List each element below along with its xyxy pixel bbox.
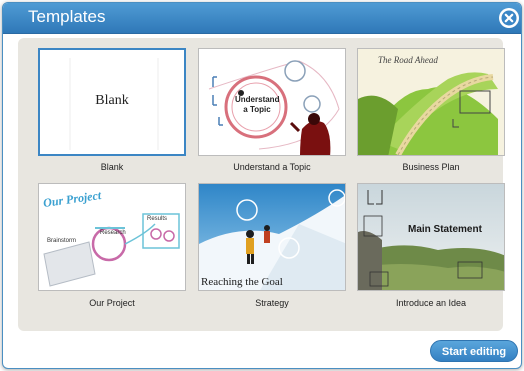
template-caption-introduce-an-idea: Introduce an Idea <box>395 298 467 308</box>
title-bar: Templates <box>3 3 521 34</box>
our-project-results-label: Results <box>147 216 168 222</box>
template-tile-understand-a-topic[interactable]: Understand a Topic <box>198 48 346 156</box>
strategy-thumbnail-text: Reaching the Goal <box>201 276 283 288</box>
understand-topic-thumbnail-text: Understand a Topic <box>235 95 280 114</box>
business-plan-thumbnail-text: The Road Ahead <box>378 55 438 65</box>
dialog-title: Templates <box>28 7 106 26</box>
templates-dialog: Templates Blank Blank Understand a Topic… <box>2 2 522 369</box>
close-button[interactable] <box>499 8 519 28</box>
our-project-brainstorm-label: Brainstorm <box>47 238 77 244</box>
start-editing-button[interactable]: Start editing <box>430 340 518 362</box>
strategy-thumbnail <box>199 184 345 290</box>
introduce-idea-thumbnail <box>358 184 504 290</box>
close-icon <box>500 9 518 27</box>
template-caption-business-plan: Business Plan <box>402 162 460 172</box>
our-project-research-label: Research <box>100 230 126 236</box>
template-caption-strategy: Strategy <box>255 298 289 308</box>
blank-thumbnail-label: Blank <box>95 93 129 108</box>
template-caption-blank: Blank <box>100 162 124 172</box>
template-gallery: Blank Blank Understand a Topic Understan… <box>18 38 505 331</box>
template-tile-business-plan[interactable]: The Road Ahead <box>357 48 505 156</box>
template-tile-strategy[interactable]: Reaching the Goal <box>198 183 346 291</box>
template-tile-blank[interactable]: Blank <box>38 48 186 156</box>
business-plan-thumbnail <box>358 49 504 155</box>
introduce-idea-thumbnail-text: Main Statement <box>408 224 482 235</box>
template-tile-introduce-an-idea[interactable]: Main Statement <box>357 183 505 291</box>
template-caption-understand-a-topic: Understand a Topic <box>233 162 311 172</box>
template-caption-our-project: Our Project <box>89 298 135 308</box>
template-tile-our-project[interactable]: Our Project Brainstorm Research Results <box>38 183 186 291</box>
